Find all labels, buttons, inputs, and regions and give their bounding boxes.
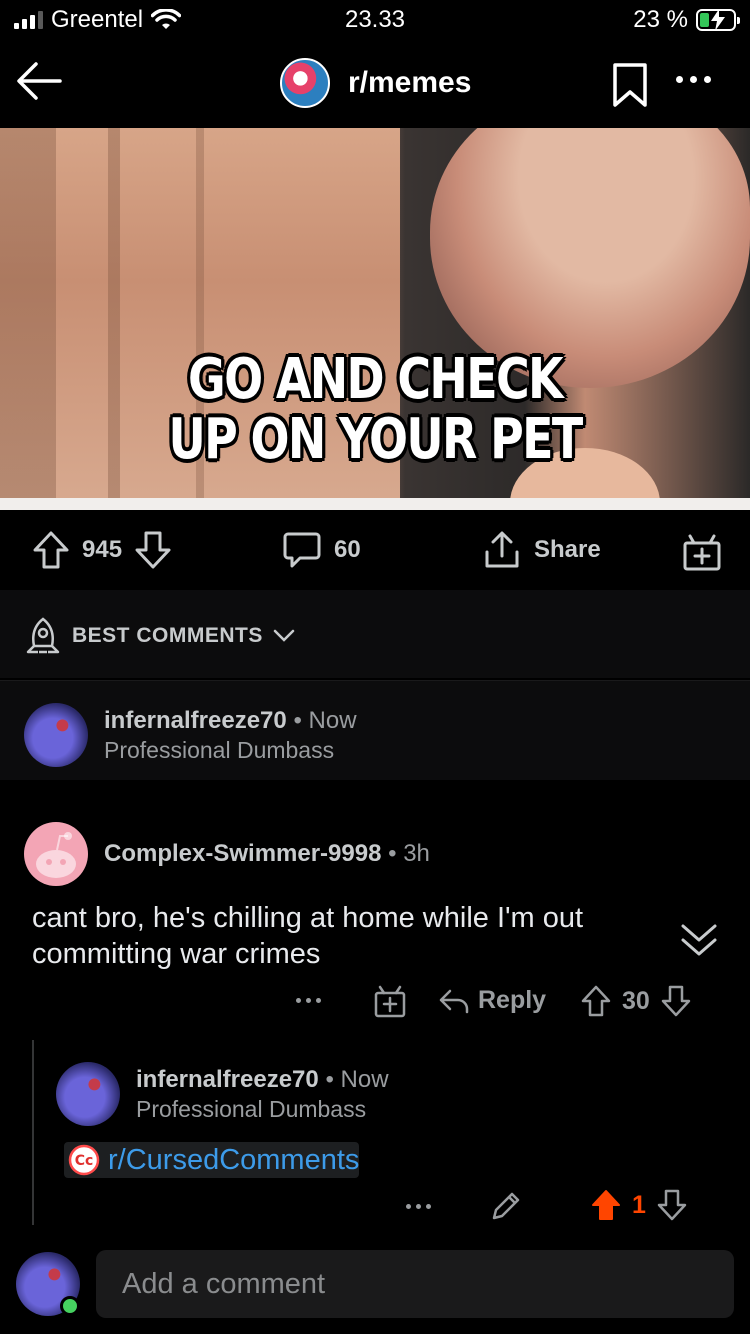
avatar[interactable]	[56, 1062, 120, 1126]
battery-icon	[696, 9, 740, 31]
online-status-dot	[60, 1296, 80, 1316]
reply-label: Reply	[478, 986, 547, 1014]
snoo-icon	[36, 832, 76, 878]
downvote-icon[interactable]	[660, 984, 692, 1018]
comment-actions: Reply 30	[0, 982, 750, 1022]
share-button[interactable]: Share	[482, 530, 601, 570]
reply-icon	[439, 989, 469, 1013]
battery-percent: 23 %	[633, 6, 688, 33]
bookmark-icon[interactable]	[612, 62, 648, 108]
thread-line[interactable]	[32, 1040, 34, 1225]
reply-button[interactable]: Reply	[438, 986, 546, 1015]
comment-icon	[283, 532, 321, 568]
more-options-icon[interactable]	[676, 76, 711, 83]
comments-button[interactable]: 60	[282, 530, 361, 570]
comment-username[interactable]: infernalfreeze70 • Now	[136, 1066, 389, 1094]
svg-text:Cc: Cc	[75, 1153, 94, 1169]
downvote-icon[interactable]	[134, 530, 172, 570]
post-actions: 945 60 Share	[0, 510, 750, 590]
cursed-comments-icon: Cc	[68, 1144, 100, 1176]
sort-bar: BEST COMMENTS	[0, 590, 750, 678]
more-options-icon[interactable]	[296, 998, 321, 1003]
add-comment-input[interactable]: Add a comment	[96, 1250, 734, 1318]
comment-thread: Complex-Swimmer-9998 • 3h cant bro, he's…	[0, 800, 750, 1250]
upvote-active-icon[interactable]	[590, 1188, 622, 1222]
subreddit-name[interactable]: r/memes	[348, 66, 471, 100]
comment-body: cant bro, he's chilling at home while I'…	[32, 902, 584, 970]
chevron-down-icon	[273, 629, 295, 642]
post-image[interactable]: GO AND CHECK UP ON YOUR PET	[0, 128, 750, 510]
more-options-icon[interactable]	[406, 1204, 431, 1209]
subreddit-avatar[interactable]	[280, 58, 330, 108]
status-bar: Greentel 23.33 23 %	[0, 0, 750, 40]
comment-count: 60	[334, 536, 361, 563]
battery-info: 23 %	[633, 6, 740, 34]
comment-card: infernalfreeze70 • Now Professional Dumb…	[0, 680, 750, 780]
comment-composer-bar: Add a comment	[0, 1244, 750, 1334]
post-vote-count: 945	[82, 536, 123, 563]
reply-vote-group: 1	[590, 1188, 688, 1222]
avatar[interactable]	[24, 703, 88, 767]
comment-username[interactable]: Complex-Swimmer-9998 • 3h	[104, 840, 430, 868]
share-icon	[485, 531, 519, 568]
comment-username[interactable]: infernalfreeze70 • Now	[104, 707, 357, 735]
upvote-icon[interactable]	[580, 984, 612, 1018]
subreddit-link[interactable]: Cc r/CursedComments	[64, 1142, 360, 1178]
subreddit-header[interactable]: r/memes	[280, 58, 471, 108]
collapse-icon[interactable]	[680, 920, 718, 960]
back-arrow-icon[interactable]	[14, 56, 64, 106]
meme-caption: GO AND CHECK UP ON YOUR PET	[168, 347, 583, 472]
upvote-icon[interactable]	[32, 530, 70, 570]
comment-vote-count: 30	[622, 986, 650, 1015]
sort-label: BEST COMMENTS	[72, 624, 263, 647]
downvote-icon[interactable]	[656, 1188, 688, 1222]
comment-vote-group: 30	[580, 984, 692, 1018]
award-gift-icon[interactable]	[682, 532, 722, 572]
user-flair: Professional Dumbass	[136, 1096, 367, 1122]
award-gift-icon[interactable]	[374, 984, 406, 1018]
post-vote-group: 945	[32, 530, 172, 570]
reply-vote-count: 1	[632, 1190, 646, 1219]
user-flair: Professional Dumbass	[104, 737, 335, 763]
top-nav: r/memes	[0, 40, 750, 128]
sort-selector[interactable]: BEST COMMENTS	[24, 616, 295, 656]
rocket-icon	[26, 617, 60, 654]
share-label: Share	[534, 536, 601, 563]
avatar[interactable]	[24, 822, 88, 886]
edit-pencil-icon[interactable]	[490, 1190, 522, 1222]
